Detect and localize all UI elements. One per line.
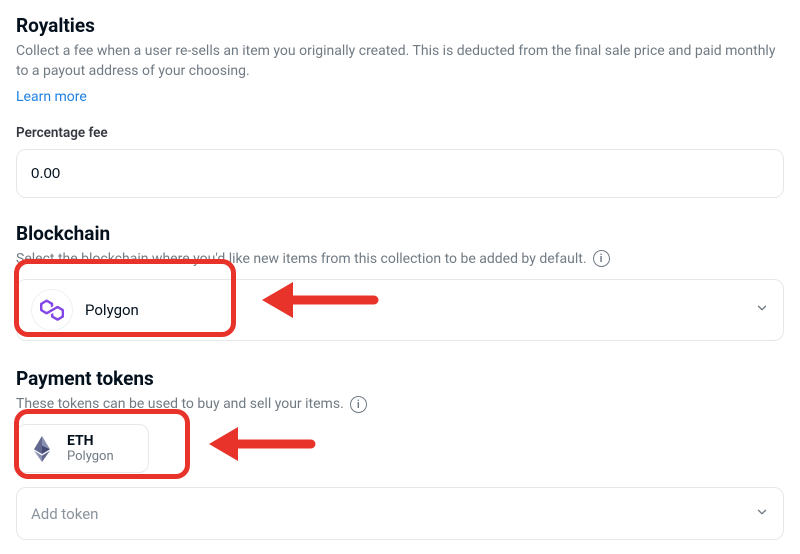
royalties-description: Collect a fee when a user re-sells an it…: [16, 41, 784, 82]
info-icon[interactable]: i: [593, 250, 610, 267]
chevron-down-icon: [755, 504, 769, 523]
royalties-title: Royalties: [16, 14, 784, 37]
blockchain-description: Select the blockchain where you'd like n…: [16, 249, 587, 269]
payment-tokens-section: Payment tokens These tokens can be used …: [16, 367, 784, 540]
chevron-down-icon: [755, 300, 769, 319]
eth-icon: [27, 434, 57, 464]
polygon-icon: [31, 289, 73, 331]
add-token-placeholder: Add token: [31, 505, 98, 523]
payment-tokens-description: These tokens can be used to buy and sell…: [16, 394, 344, 414]
payment-token-chip[interactable]: ETH Polygon: [16, 424, 149, 473]
token-network: Polygon: [67, 449, 114, 464]
royalties-section: Royalties Collect a fee when a user re-s…: [16, 14, 784, 198]
add-token-select[interactable]: Add token: [16, 487, 784, 540]
percentage-fee-input[interactable]: [16, 149, 784, 198]
info-icon[interactable]: i: [350, 396, 367, 413]
blockchain-title: Blockchain: [16, 222, 784, 245]
token-symbol: ETH: [67, 433, 114, 449]
blockchain-selected-label: Polygon: [85, 301, 139, 319]
blockchain-section: Blockchain Select the blockchain where y…: [16, 222, 784, 341]
percentage-fee-label: Percentage fee: [16, 125, 784, 141]
blockchain-select[interactable]: Polygon: [16, 279, 784, 341]
payment-tokens-title: Payment tokens: [16, 367, 784, 390]
learn-more-link[interactable]: Learn more: [16, 89, 87, 105]
